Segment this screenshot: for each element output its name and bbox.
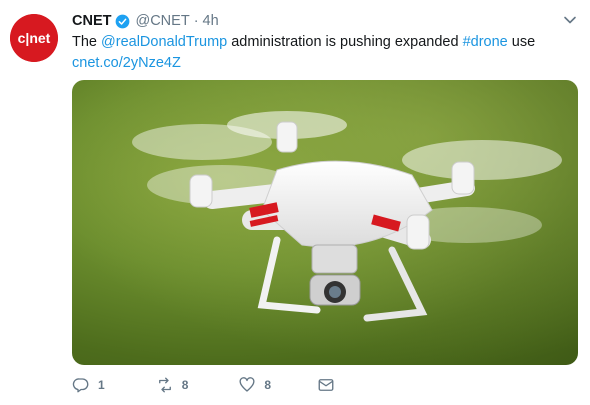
tweet-text: The @realDonaldTrump administration is p…	[72, 32, 572, 74]
text-segment: administration is pushing expanded	[227, 34, 463, 50]
timestamp[interactable]: 4h	[203, 13, 219, 29]
separator: ·	[193, 13, 199, 29]
cnet-logo: c|net	[10, 14, 58, 62]
avatar[interactable]: c|net	[10, 14, 58, 62]
tweet[interactable]: c|net CNET @CNET · 4h The @realDonaldTru…	[0, 0, 590, 405]
retweet-icon	[158, 377, 171, 393]
author-name[interactable]: CNET	[72, 13, 111, 29]
like-icon	[239, 377, 255, 392]
tweet-media-image[interactable]	[72, 80, 578, 365]
chevron-down-icon[interactable]	[563, 13, 577, 27]
reply-icon	[72, 378, 89, 393]
like-count: 8	[264, 378, 272, 392]
like-button[interactable]: 8	[238, 376, 271, 394]
url-link[interactable]: cnet.co/2yNze4Z	[72, 55, 181, 71]
tweet-header: CNET @CNET · 4h	[72, 11, 219, 31]
retweet-count: 8	[181, 378, 189, 392]
svg-text:c|net: c|net	[18, 30, 51, 46]
drone-photo	[72, 80, 578, 365]
direct-message-button[interactable]	[317, 376, 335, 394]
reply-button[interactable]: 1	[72, 376, 105, 394]
retweet-button[interactable]: 8	[156, 376, 189, 394]
reply-count: 1	[98, 378, 105, 392]
author-handle[interactable]: @CNET	[135, 13, 189, 29]
mention-link[interactable]: @realDonaldTrump	[101, 34, 227, 50]
tweet-actions: 1 8 8	[72, 375, 335, 395]
text-segment: use	[507, 34, 536, 50]
hashtag-link[interactable]: #drone	[463, 34, 508, 50]
verified-icon	[116, 14, 130, 28]
text-segment: The	[72, 34, 102, 50]
message-icon	[318, 379, 334, 391]
